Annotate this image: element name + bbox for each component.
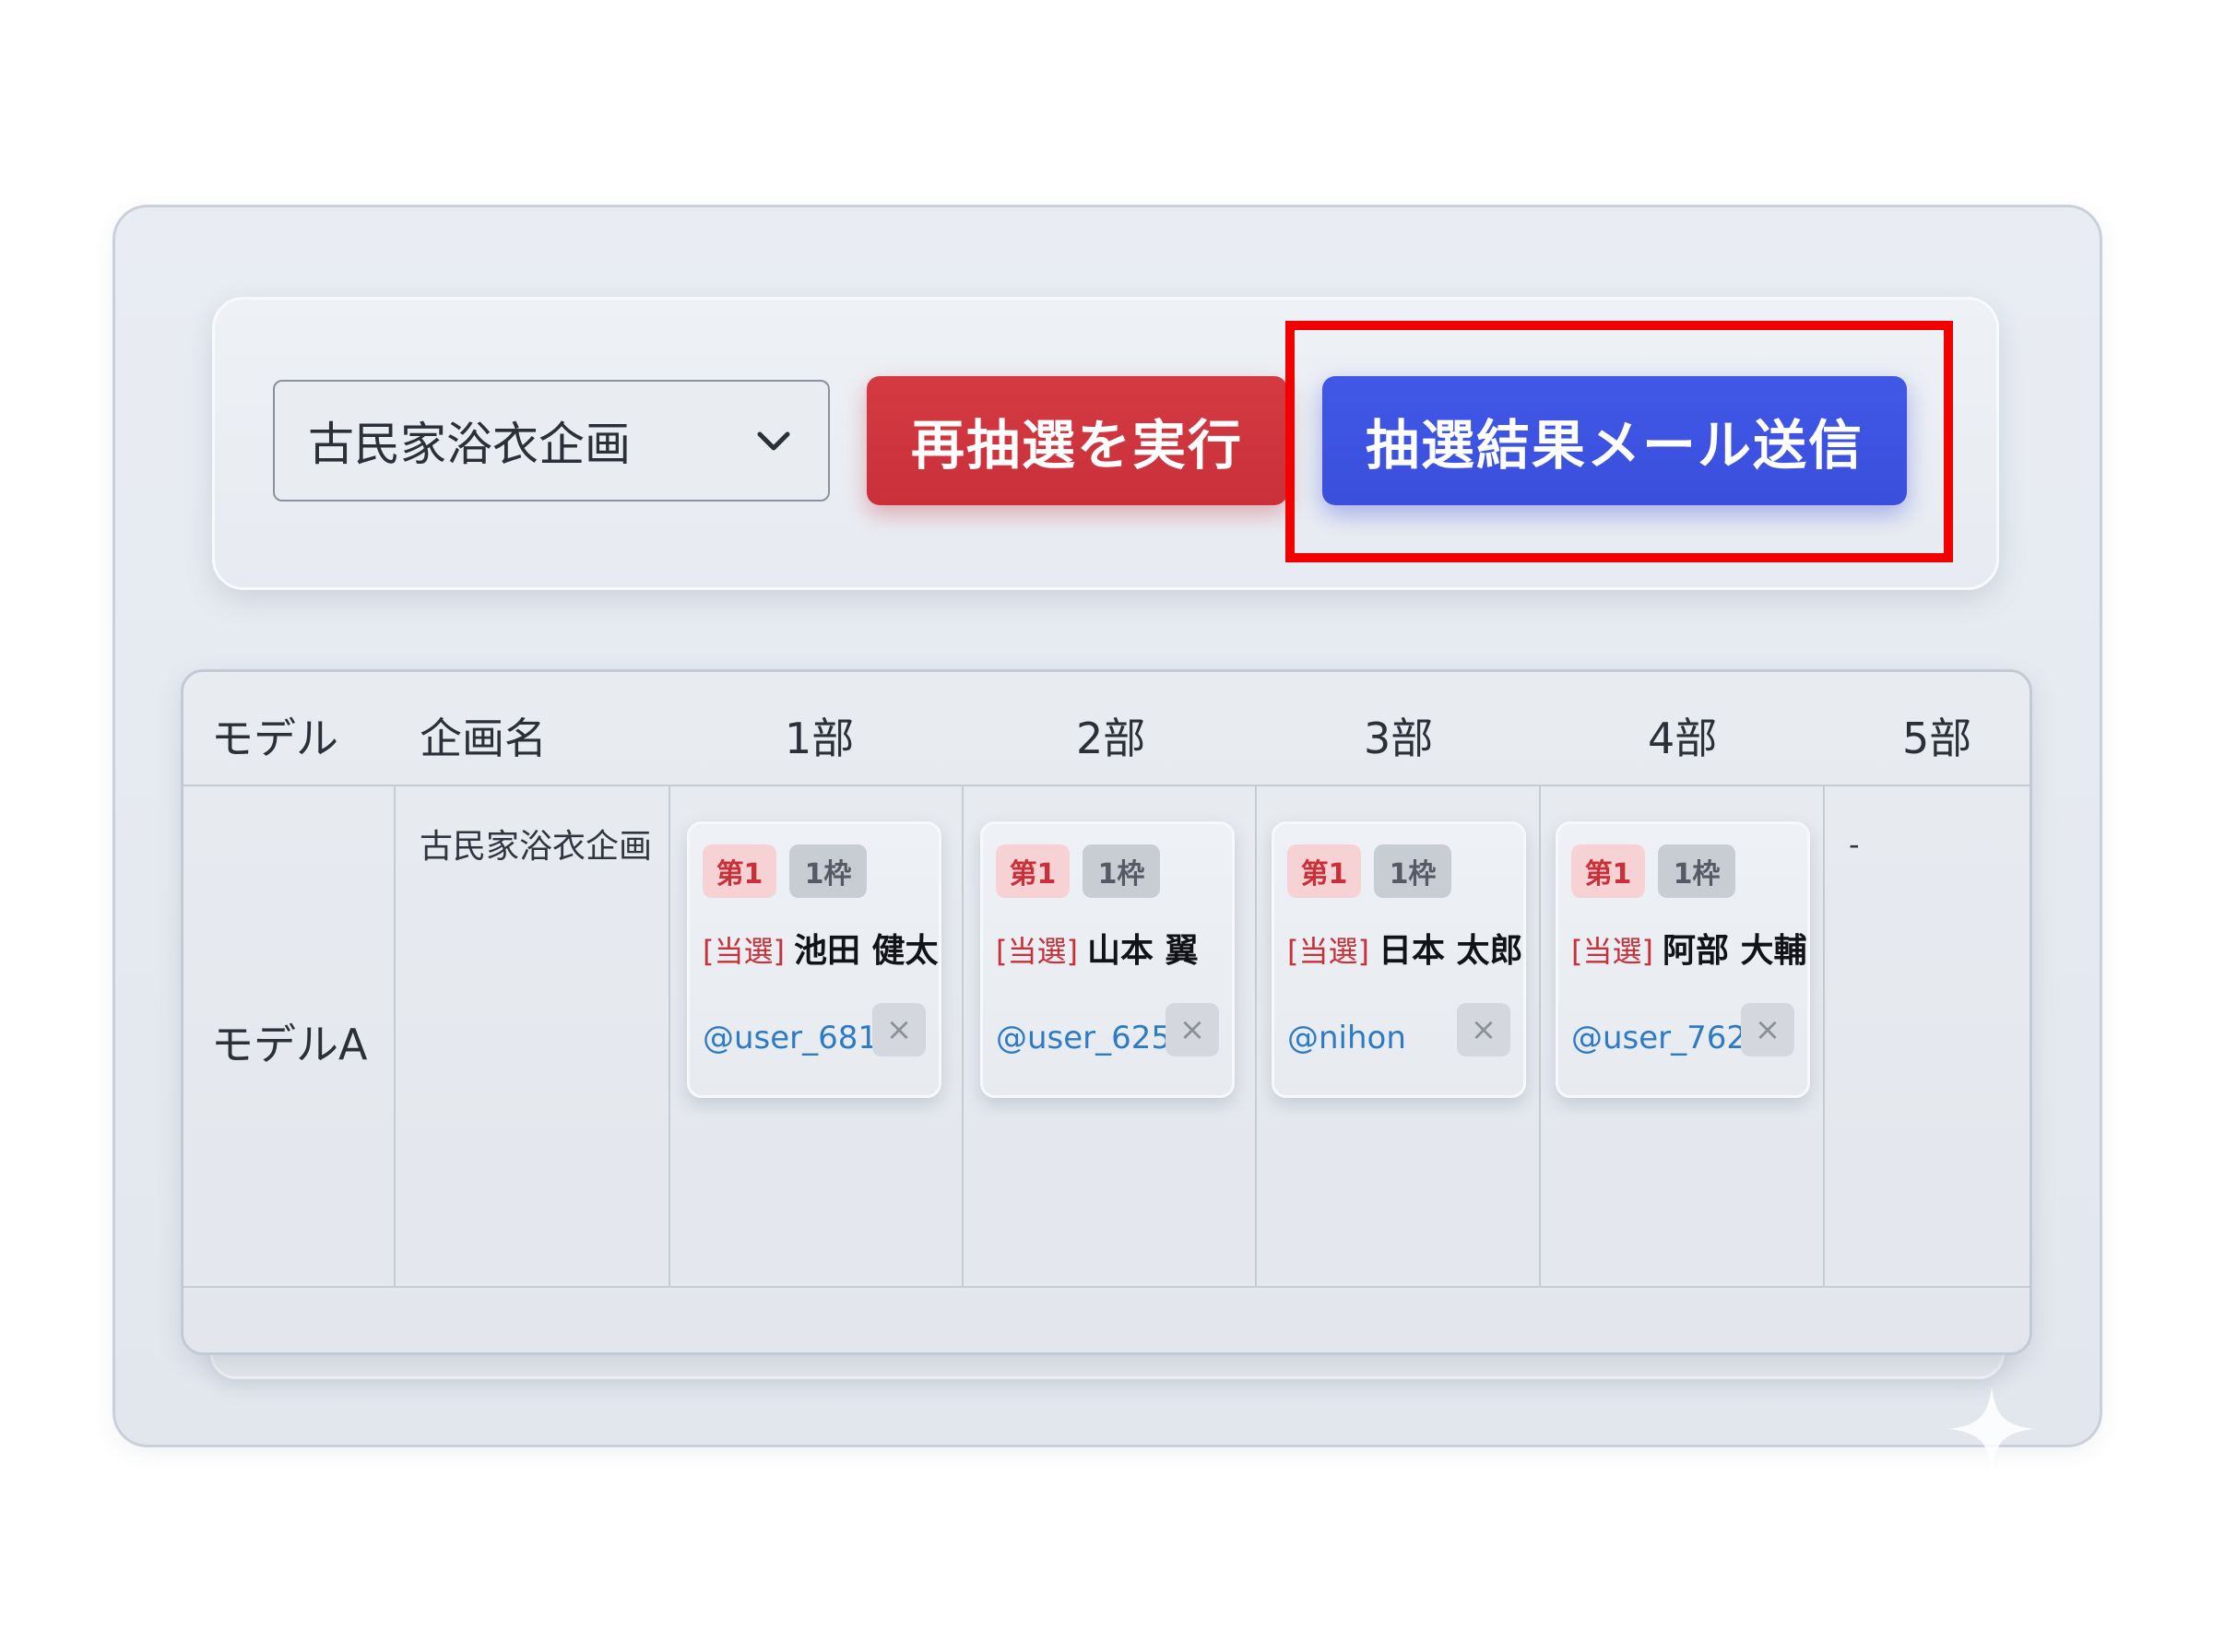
schedule-table: モデル 企画名 1部 2部 3部 4部 5部 モデルA 古民家浴衣企画 第1 1… [181,669,2032,1355]
preference-badge: 第1 [1287,844,1361,898]
winner-line: [当選] 阿部 大輔 [1571,924,1807,972]
slot-card-part-4[interactable]: 第1 1枠 [当選] 阿部 大輔 @user_762 × [1556,821,1810,1098]
column-divider [962,786,964,1286]
close-icon[interactable]: × [1166,1003,1219,1056]
column-divider [1539,786,1541,1286]
slot-card-part-3[interactable]: 第1 1枠 [当選] 日本 太郎 @nihon × [1272,821,1526,1098]
slot-badge: 1枠 [1658,844,1735,898]
model-name: モデルA [211,1020,368,1069]
close-icon[interactable]: × [1741,1003,1794,1056]
slot-badge: 1枠 [1083,844,1160,898]
close-icon[interactable]: × [872,1003,926,1056]
header-model: モデル [211,714,338,763]
chevron-down-icon [757,431,790,451]
winner-tag: [当選] [703,934,785,969]
user-handle-link[interactable]: @user_6255 [996,1020,1191,1056]
highlight-box [1285,321,1953,562]
winner-line: [当選] 日本 太郎 [1287,924,1523,972]
slot-badge: 1枠 [789,844,867,898]
project-name: 古民家浴衣企画 [420,828,653,866]
empty-slot-part-5: - [1849,827,1860,862]
preference-badge: 第1 [996,844,1070,898]
winner-name: 山本 翼 [1086,932,1199,970]
column-divider [1255,786,1257,1286]
user-handle-link[interactable]: @user_6815 [703,1020,898,1056]
winner-tag: [当選] [1287,934,1369,969]
winner-name: 日本 太郎 [1378,932,1523,970]
close-icon[interactable]: × [1457,1003,1510,1056]
column-divider [394,786,396,1286]
project-select[interactable]: 古民家浴衣企画 [273,380,830,502]
project-select-value: 古民家浴衣企画 [308,418,631,471]
slot-card-part-1[interactable]: 第1 1枠 [当選] 池田 健太 @user_6815 × [687,821,941,1098]
sparkle-icon [1949,1386,2034,1471]
preference-badge: 第1 [1571,844,1645,898]
header-project: 企画名 [420,714,547,763]
header-part-5: 5部 [1902,714,1972,763]
header-part-4: 4部 [1648,714,1718,763]
column-divider [1823,786,1825,1286]
winner-line: [当選] 山本 翼 [996,924,1199,972]
slot-badge: 1枠 [1374,844,1451,898]
header-part-1: 1部 [785,714,855,763]
table-bottom-border [183,1286,2030,1288]
winner-tag: [当選] [996,934,1078,969]
header-part-2: 2部 [1076,714,1146,763]
rerun-lottery-button[interactable]: 再抽選を実行 [867,376,1287,505]
preference-badge: 第1 [703,844,776,898]
slot-card-part-2[interactable]: 第1 1枠 [当選] 山本 翼 @user_6255 × [980,821,1235,1098]
winner-tag: [当選] [1571,934,1653,969]
winner-line: [当選] 池田 健太 [703,924,939,972]
table-header: モデル 企画名 1部 2部 3部 4部 5部 [183,672,2030,786]
winner-name: 池田 健太 [793,932,939,970]
user-handle-link[interactable]: @user_762 [1571,1020,1746,1056]
user-handle-link[interactable]: @nihon [1287,1020,1406,1056]
header-part-3: 3部 [1364,714,1434,763]
winner-name: 阿部 大輔 [1662,932,1807,970]
column-divider [669,786,670,1286]
